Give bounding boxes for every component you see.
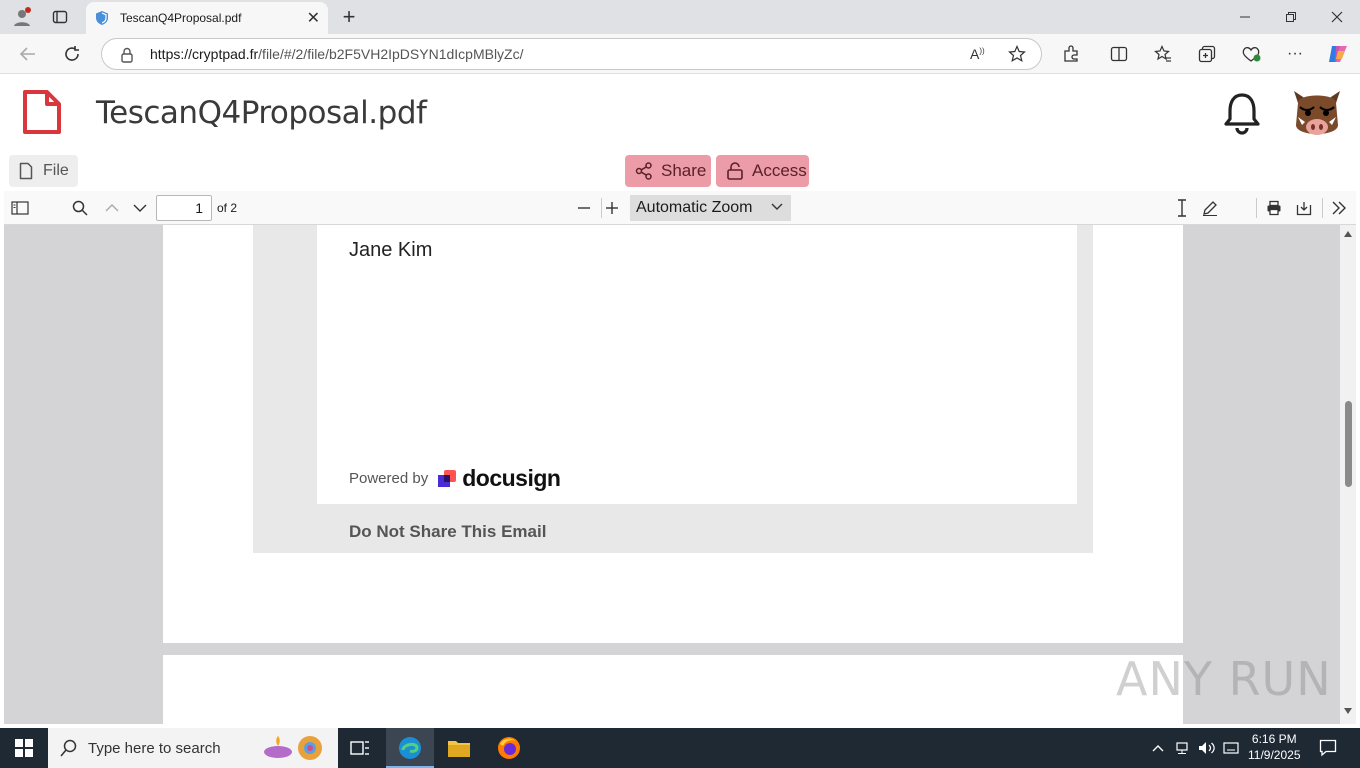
access-label: Access [752, 161, 807, 180]
refresh-icon[interactable] [60, 43, 84, 65]
anyrun-watermark: ANY RUN [1116, 652, 1332, 706]
viewer-scrollbar[interactable] [1340, 225, 1356, 724]
taskbar-search-box[interactable]: Type here to search [48, 728, 338, 768]
share-button[interactable]: Share [625, 155, 711, 187]
tray-chevron-up-icon[interactable] [1150, 740, 1166, 756]
url-host: https://cryptpad.fr [150, 46, 259, 62]
pdf-page-2 [163, 655, 1183, 724]
download-icon[interactable] [1294, 198, 1314, 218]
powered-by-label: Powered by [349, 470, 429, 487]
extensions-icon[interactable] [1060, 43, 1082, 65]
firefox-icon[interactable] [496, 736, 522, 760]
signer-name: Jane Kim [349, 239, 433, 261]
sidebar-toggle-icon[interactable] [8, 198, 32, 218]
address-bar-row: https://cryptpad.fr/file/#/2/file/b2F5VH… [0, 34, 1360, 74]
document-title[interactable]: TescanQ4Proposal.pdf [96, 95, 427, 131]
more-tools-icon[interactable] [1328, 198, 1350, 218]
docusign-brand: docusign [462, 465, 561, 491]
scroll-down-icon[interactable] [1344, 708, 1352, 714]
file-menu-button[interactable]: File [9, 155, 78, 187]
zoom-value: Automatic Zoom [636, 199, 753, 216]
find-search-icon[interactable] [68, 198, 92, 218]
clock-date: 11/9/2025 [1248, 748, 1301, 762]
file-icon [19, 162, 33, 180]
email-body: Jane Kim Powered by docusign [317, 225, 1077, 504]
volume-icon[interactable] [1198, 740, 1216, 756]
copilot-icon[interactable] [1326, 42, 1350, 66]
zoom-out-icon[interactable] [574, 198, 594, 218]
windows-start-icon[interactable] [14, 738, 34, 758]
pdf-viewer[interactable]: Jane Kim Powered by docusign Do Not Shar… [4, 225, 1356, 724]
share-icon [635, 162, 653, 180]
network-icon[interactable] [1174, 740, 1192, 756]
read-aloud-icon[interactable]: A)) [970, 46, 985, 62]
diwali-lamp-icon [262, 734, 326, 762]
zoom-select[interactable]: Automatic Zoom [630, 195, 791, 221]
url-field[interactable]: https://cryptpad.fr/file/#/2/file/b2F5VH… [101, 38, 1042, 70]
chevron-down-icon [771, 203, 783, 211]
scroll-up-icon[interactable] [1344, 231, 1352, 237]
favorite-star-icon[interactable] [1008, 45, 1026, 63]
scroll-thumb[interactable] [1345, 401, 1352, 487]
user-avatar-boar[interactable] [1288, 85, 1346, 143]
windows-taskbar: Type here to search 6:16 PM 11/9/2025 [0, 728, 1360, 768]
tab-title: TescanQ4Proposal.pdf [120, 11, 242, 25]
docusign-logo-icon [438, 469, 458, 489]
browser-tab[interactable]: TescanQ4Proposal.pdf ✕ [86, 2, 328, 34]
email-footer-text: Do Not Share This Email [349, 522, 547, 541]
powered-by-line: Powered by docusign [349, 465, 561, 492]
access-button[interactable]: Access [716, 155, 809, 187]
search-icon [60, 739, 78, 757]
new-tab-icon[interactable]: + [338, 4, 360, 29]
next-page-icon[interactable] [128, 198, 152, 218]
back-icon[interactable] [16, 43, 40, 65]
clock-time: 6:16 PM [1251, 732, 1297, 746]
file-type-icon [22, 89, 62, 135]
toolbar-divider [1322, 198, 1323, 218]
zoom-in-icon[interactable] [602, 198, 622, 218]
file-explorer-icon[interactable] [446, 736, 472, 760]
toolbar-divider [1256, 198, 1257, 218]
notifications-bell-icon[interactable] [1222, 91, 1262, 135]
text-cursor-icon[interactable] [1172, 198, 1192, 218]
shield-favicon-icon [94, 10, 110, 26]
search-placeholder: Type here to search [88, 739, 221, 757]
profile-icon[interactable] [10, 6, 34, 28]
taskbar-edge-button[interactable] [386, 728, 434, 768]
browser-tab-strip: TescanQ4Proposal.pdf ✕ + [0, 0, 1360, 34]
close-tab-icon[interactable]: ✕ [307, 8, 320, 28]
notifications-center-icon[interactable] [1318, 738, 1338, 758]
browser-essentials-icon[interactable] [1240, 43, 1262, 65]
lock-icon[interactable] [120, 47, 134, 63]
file-menu-label: File [43, 162, 69, 179]
pdf-page-1: Jane Kim Powered by docusign Do Not Shar… [163, 225, 1183, 643]
draw-pencil-icon[interactable] [1200, 198, 1220, 218]
more-menu-icon[interactable]: ··· [1284, 43, 1306, 65]
split-screen-icon[interactable] [1108, 43, 1130, 65]
print-icon[interactable] [1264, 198, 1284, 218]
tab-actions-icon[interactable] [48, 6, 72, 28]
previous-page-icon[interactable] [100, 198, 124, 218]
page-count-label: of 2 [217, 201, 238, 215]
page-number-input[interactable]: 1 [156, 195, 212, 221]
url-path: /file/#/2/file/b2F5VH2IpDSYN1dIcpMBlyZc/ [258, 46, 524, 62]
email-frame: Jane Kim Powered by docusign Do Not Shar… [253, 225, 1093, 553]
unlock-icon [726, 162, 744, 180]
system-clock[interactable]: 6:16 PM 11/9/2025 [1248, 731, 1301, 763]
favorites-icon[interactable] [1152, 43, 1174, 65]
app-header: TescanQ4Proposal.pdf [0, 75, 1360, 155]
close-window-icon[interactable] [1326, 6, 1348, 28]
pdf-toolbar: 1 of 2 Automatic Zoom [4, 191, 1356, 225]
app-toolbar: File Share Access [0, 155, 1360, 191]
task-view-icon[interactable] [348, 738, 372, 758]
edge-browser-icon [398, 736, 422, 760]
collections-icon[interactable] [1196, 43, 1218, 65]
keyboard-input-icon[interactable] [1222, 740, 1240, 756]
minimize-icon[interactable] [1234, 6, 1256, 28]
restore-icon[interactable] [1280, 6, 1302, 28]
share-label: Share [661, 161, 707, 180]
